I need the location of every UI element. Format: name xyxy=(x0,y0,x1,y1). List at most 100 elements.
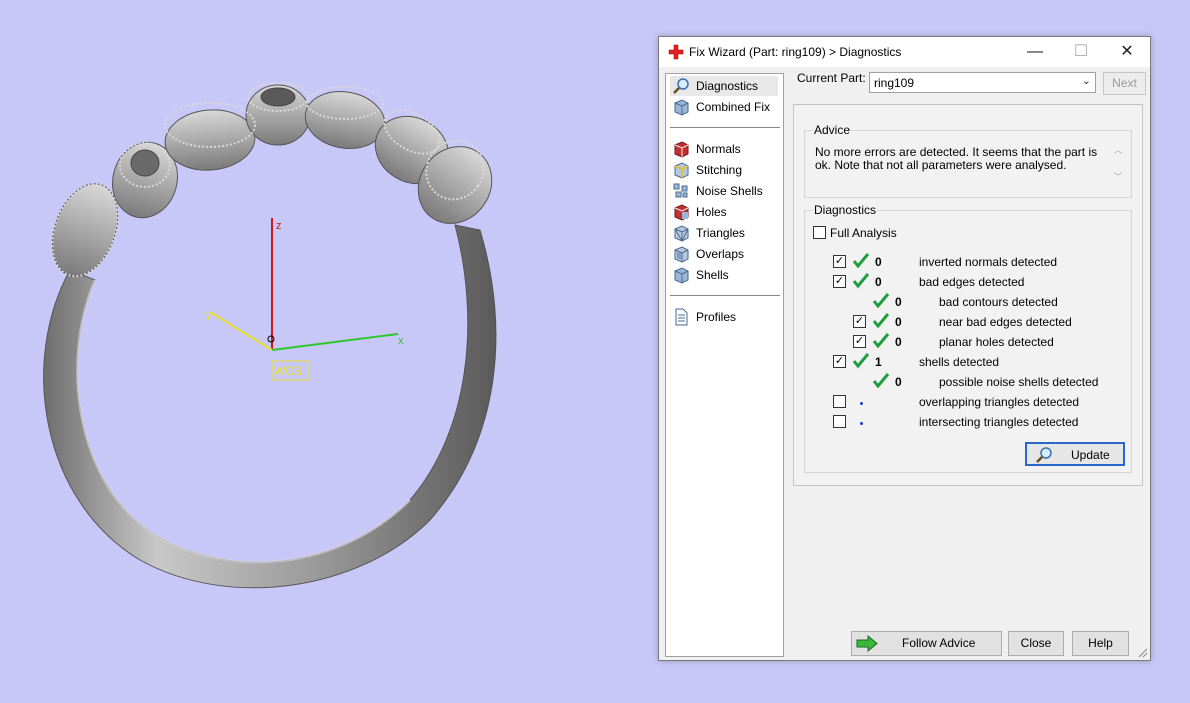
scroll-down-icon[interactable]: ﹀ xyxy=(1112,170,1124,183)
scroll-up-icon[interactable]: ︿ xyxy=(1112,143,1124,156)
update-button[interactable]: Update xyxy=(1025,442,1125,466)
diag-label: inverted normals detected xyxy=(919,255,1058,269)
bad-edges-checkbox[interactable]: ✓ xyxy=(833,275,846,288)
minimize-button[interactable]: — xyxy=(1012,37,1058,67)
full-analysis-row: Full Analysis xyxy=(813,225,1013,243)
nav-label: Noise Shells xyxy=(696,184,763,198)
window-title: Fix Wizard (Part: ring109) > Diagnostics xyxy=(689,45,902,59)
triangles-icon xyxy=(674,225,689,242)
ring-model: z x y WCS xyxy=(43,82,497,589)
ok-check-icon xyxy=(873,293,889,309)
cube-icon xyxy=(674,99,689,116)
diag-label: bad contours detected xyxy=(939,295,1058,309)
maximize-button[interactable]: ☐ xyxy=(1058,37,1104,67)
follow-advice-button[interactable]: Follow Advice xyxy=(851,631,1002,656)
advice-title: Advice xyxy=(813,123,852,137)
nav-label: Holes xyxy=(696,205,727,219)
near-bad-edges-checkbox[interactable]: ✓ xyxy=(853,315,866,328)
nav-label: Profiles xyxy=(696,310,737,324)
diag-row-noise-shells: 0 possible noise shells detected xyxy=(833,373,1123,392)
resize-grip-icon[interactable] xyxy=(1138,648,1148,658)
ok-check-icon xyxy=(873,333,889,349)
nav-label: Overlaps xyxy=(696,247,745,261)
diag-label: overlapping triangles detected xyxy=(919,395,1080,409)
shells-checkbox[interactable]: ✓ xyxy=(833,355,846,368)
diag-count: 0 xyxy=(875,275,882,289)
nav-label: Diagnostics xyxy=(696,79,759,93)
green-arrow-icon xyxy=(856,635,878,652)
nav-divider xyxy=(670,127,780,128)
z-axis-label: z xyxy=(276,220,282,232)
follow-advice-label: Follow Advice xyxy=(902,636,976,650)
diag-row-near-bad-edges: ✓ 0 near bad edges detected xyxy=(833,313,1123,332)
close-button[interactable]: Close xyxy=(1008,631,1064,656)
pending-dot-icon xyxy=(860,402,863,405)
noise-shells-icon xyxy=(673,183,688,198)
diag-label: possible noise shells detected xyxy=(939,375,1099,389)
advice-group: Advice No more errors are detected. It s… xyxy=(804,123,1132,198)
nav-label: Combined Fix xyxy=(696,100,771,114)
inverted-normals-checkbox[interactable]: ✓ xyxy=(833,255,846,268)
advice-box: No more errors are detected. It seems th… xyxy=(808,141,1128,195)
advice-scrollbar[interactable]: ︿ ﹀ xyxy=(1112,143,1124,191)
diag-label: shells detected xyxy=(919,355,1000,369)
close-window-button[interactable]: ✕ xyxy=(1104,37,1150,67)
planar-holes-checkbox[interactable]: ✓ xyxy=(853,335,866,348)
diag-label: intersecting triangles detected xyxy=(919,415,1079,429)
nav-item-diagnostics[interactable]: Diagnostics xyxy=(670,76,778,96)
diagnostics-title: Diagnostics xyxy=(813,203,878,217)
nav-item-combined-fix[interactable]: Combined Fix xyxy=(670,97,778,117)
nav-item-triangles[interactable]: Triangles xyxy=(670,223,778,243)
ring-bezels xyxy=(51,84,493,277)
next-button[interactable]: Next xyxy=(1103,72,1146,95)
diag-row-intersecting-triangles: intersecting triangles detected xyxy=(833,414,1123,432)
diag-label: planar holes detected xyxy=(939,335,1054,349)
fix-wizard-dialog: Fix Wizard (Part: ring109) > Diagnostics… xyxy=(658,36,1151,661)
magnifier-icon xyxy=(1036,447,1052,463)
nav-item-holes[interactable]: Holes xyxy=(670,202,778,222)
diag-count: 0 xyxy=(895,335,902,349)
diag-row-overlapping-triangles: overlapping triangles detected xyxy=(833,394,1123,412)
nav-item-normals[interactable]: Normals xyxy=(670,139,778,159)
diag-count: 0 xyxy=(875,255,882,269)
advice-text: No more errors are detected. It seems th… xyxy=(815,145,1098,172)
diag-count: 0 xyxy=(895,295,902,309)
diag-label: near bad edges detected xyxy=(939,315,1072,329)
nav-label: Shells xyxy=(696,268,729,282)
overlaps-icon xyxy=(674,246,689,263)
diag-row-bad-contours: 0 bad contours detected xyxy=(833,293,1123,312)
nav-label: Normals xyxy=(696,142,741,156)
diagnostics-group: Diagnostics Full Analysis ✓ 0 inverted n… xyxy=(804,203,1132,473)
3d-viewport[interactable]: z x y WCS xyxy=(0,0,655,703)
diag-row-shells: ✓ 1 shells detected xyxy=(833,353,1123,372)
ok-check-icon xyxy=(853,353,869,369)
ok-check-icon xyxy=(873,313,889,329)
nav-item-shells[interactable]: Shells xyxy=(670,265,778,285)
nav-label: Stitching xyxy=(696,163,743,177)
ok-check-icon xyxy=(853,253,869,269)
nav-item-overlaps[interactable]: Overlaps xyxy=(670,244,778,264)
nav-item-noise-shells[interactable]: Noise Shells xyxy=(670,181,778,201)
help-button[interactable]: Help xyxy=(1072,631,1129,656)
ok-check-icon xyxy=(873,373,889,389)
diagnostics-panel: Advice No more errors are detected. It s… xyxy=(793,104,1143,486)
full-analysis-checkbox[interactable] xyxy=(813,226,826,239)
shells-icon xyxy=(674,267,689,284)
holes-icon xyxy=(674,204,689,221)
intersecting-triangles-checkbox[interactable] xyxy=(833,415,846,428)
nav-item-stitching[interactable]: Stitching xyxy=(670,160,778,180)
document-icon xyxy=(675,308,688,326)
nav-item-profiles[interactable]: Profiles xyxy=(670,307,778,327)
normals-icon xyxy=(674,141,689,158)
wcs-label: WCS xyxy=(274,364,302,378)
titlebar[interactable]: Fix Wizard (Part: ring109) > Diagnostics… xyxy=(659,37,1150,67)
x-axis-label: x xyxy=(398,335,404,347)
ok-check-icon xyxy=(853,273,869,289)
wizard-nav: Diagnostics Combined Fix Normals Stitchi… xyxy=(665,73,784,657)
diag-row-inverted-normals: ✓ 0 inverted normals detected xyxy=(833,253,1123,272)
overlapping-triangles-checkbox[interactable] xyxy=(833,395,846,408)
y-axis xyxy=(209,311,273,351)
current-part-select[interactable]: ring109 ⌄ xyxy=(869,72,1096,93)
diag-row-planar-holes: ✓ 0 planar holes detected xyxy=(833,333,1123,352)
full-analysis-label: Full Analysis xyxy=(830,226,897,240)
